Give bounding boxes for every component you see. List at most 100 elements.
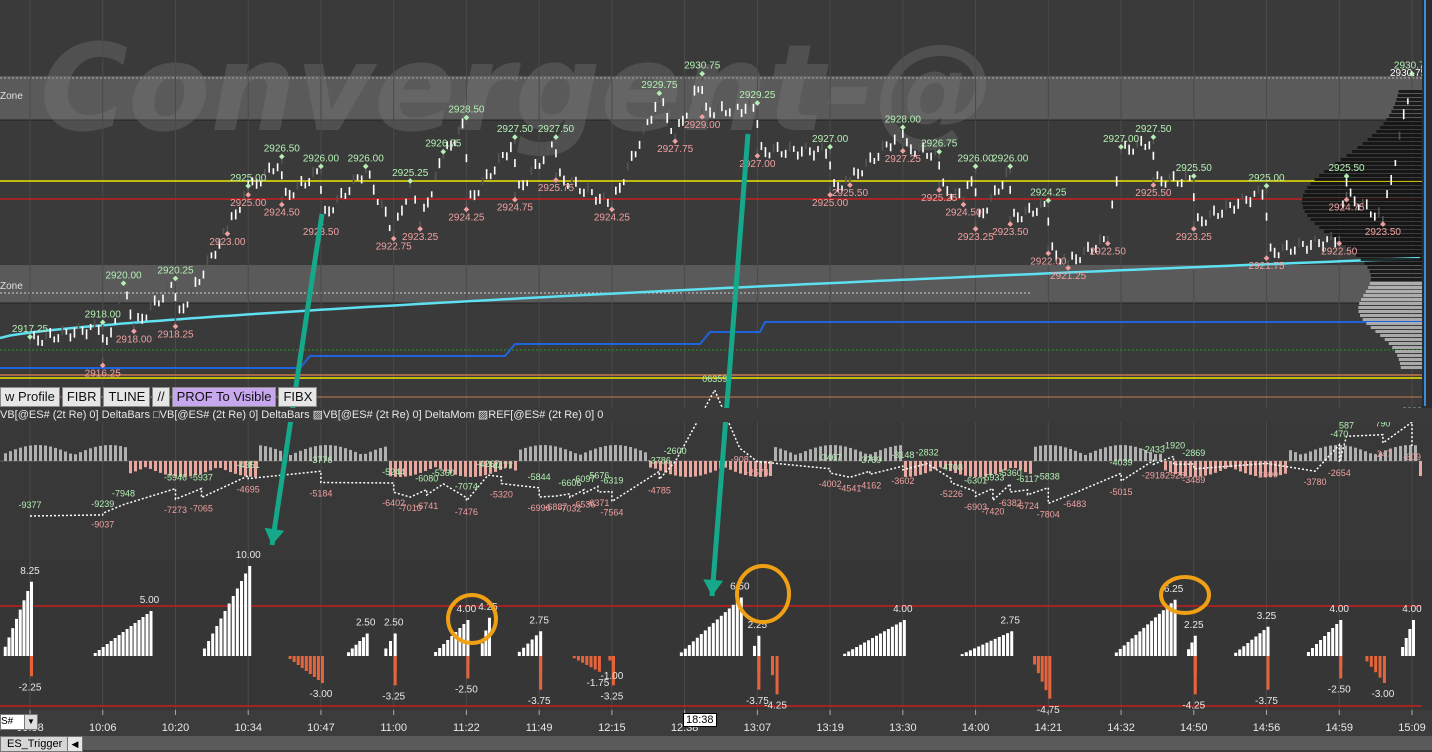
price-pivot-label: 2926.75: [921, 139, 958, 150]
delta-bar: [11, 628, 15, 656]
delta-bar: [117, 635, 121, 656]
delta-bar: [964, 652, 968, 656]
momentum-pivot-label: -4351: [237, 460, 260, 470]
delta-bar: [109, 641, 113, 656]
momentum-bar: [369, 451, 372, 461]
momentum-bar: [424, 461, 427, 472]
price-pivot-label: 2925.00: [230, 198, 267, 209]
delta-bar: [244, 573, 248, 656]
delta-bar: [1315, 644, 1319, 656]
volume-profile-bar: [1360, 298, 1422, 301]
delta-bar: [466, 620, 470, 656]
delta-bar: [597, 656, 601, 672]
fibx-button[interactable]: FIBX: [278, 387, 318, 407]
momentum-bar: [694, 461, 697, 477]
delta-bar: [1412, 620, 1415, 656]
study-legend: VB[@ES# (2t Re) 0] DeltaBars □VB[@ES# (2…: [0, 408, 1432, 422]
delta-bar: [219, 618, 223, 656]
momentum-pivot-label: -3769: [858, 455, 881, 465]
fibr-button[interactable]: FIBR: [61, 387, 102, 407]
momentum-bar: [1224, 461, 1227, 469]
delta-bar: [691, 641, 695, 656]
price-pivot-label: 2928.00: [885, 114, 922, 125]
delta-bar: [719, 615, 723, 656]
momentum-bar: [99, 445, 102, 461]
volume-profile-bar: [1307, 214, 1422, 217]
delta-bar: [26, 591, 30, 656]
time-tick-label: 14:32: [1107, 722, 1135, 734]
price-pivot-label: 2924.25: [1030, 187, 1067, 198]
momentum-pivot-label: -9239: [91, 499, 114, 509]
delta-bar: [1335, 624, 1339, 656]
momentum-bar: [799, 453, 802, 461]
delta-pivot-label: -4.25: [764, 700, 787, 711]
momentum-pivot-label: -2654: [1328, 468, 1351, 478]
price-pivot-label: 2921.25: [1050, 271, 1087, 282]
momentum-pivot-label: -5320: [490, 490, 513, 500]
momentum-bar: [159, 461, 162, 473]
parallel-lines-icon: //: [157, 389, 165, 404]
delta-bar: [384, 648, 388, 656]
delta-bar: [757, 635, 761, 656]
delta-bar: [93, 653, 97, 656]
delta-bar: [202, 648, 206, 656]
momentum-bar: [699, 461, 702, 476]
volume-profile-bar: [1370, 274, 1422, 277]
momentum-pivot-label: -5838: [1037, 472, 1060, 482]
profile-button[interactable]: w Profile: [0, 387, 60, 407]
price-pivot-label: 2929.75: [641, 80, 678, 91]
price-pivot-label: 2927.50: [538, 124, 575, 135]
momentum-bar: [1039, 445, 1042, 461]
momentum-bar: [1159, 453, 1162, 461]
time-tick-label: 13:07: [744, 722, 772, 734]
delta-bar: [1262, 630, 1266, 656]
momentum-bar: [409, 461, 412, 476]
delta-bar: [1319, 640, 1323, 656]
momentum-bar: [609, 445, 612, 461]
delta-bar: [707, 626, 711, 656]
price-pivot-label: 2929.25: [739, 90, 776, 101]
momentum-bar: [529, 446, 532, 461]
price-pivot-label: 2923.25: [958, 232, 995, 243]
volume-profile-bar: [1380, 126, 1422, 129]
momentum-pivot-label: -3602: [891, 476, 914, 486]
momentum-bar: [779, 448, 782, 461]
delta-bar: [1118, 648, 1122, 656]
delta-bar: [1365, 656, 1369, 662]
volume-profile-bar: [1369, 270, 1422, 273]
volume-profile-bar: [1340, 242, 1422, 245]
chart-stage[interactable]: Convergent-@ 2917.25 2918.00 2916.25 2920.0…: [0, 0, 1432, 750]
momentum-bar: [709, 461, 712, 473]
tline-button[interactable]: TLINE: [103, 387, 151, 407]
price-pivot-label: 2925.50: [832, 188, 869, 199]
price-pivot-label: 2926.00: [348, 153, 385, 164]
prof-to-visible-button[interactable]: PROF To Visible: [171, 387, 277, 407]
delta-bar: [97, 650, 101, 656]
momentum-bar: [679, 461, 682, 477]
delta-pivot-label: -3.75: [528, 696, 551, 707]
momentum-bar: [539, 445, 542, 461]
delta-bar: [1006, 633, 1010, 656]
momentum-bar: [919, 461, 922, 475]
parallel-lines-button[interactable]: //: [152, 387, 170, 407]
momentum-bar: [534, 445, 537, 461]
volume-profile-bar: [1319, 174, 1422, 177]
delta-bar: [113, 638, 117, 656]
momentum-bar: [84, 450, 87, 461]
delta-bar: [711, 623, 715, 656]
price-pivot-label: 2925.50: [1328, 163, 1365, 174]
chevron-down-icon[interactable]: ▼: [24, 715, 37, 729]
delta-bar: [105, 644, 109, 656]
chart-canvas[interactable]: Convergent-@ 2917.25 2918.00 2916.25 2920.0…: [0, 0, 1432, 750]
delta-bar: [1033, 656, 1037, 665]
symbol-selector[interactable]: S# ▼: [0, 714, 38, 730]
price-pivot-label: 2924.25: [594, 212, 631, 223]
delta-bar: [1327, 632, 1331, 656]
momentum-pivot-label: -3467: [819, 453, 842, 463]
momentum-bar: [814, 447, 817, 461]
delta-bar: [973, 648, 977, 656]
volume-profile-bar: [1372, 134, 1422, 137]
momentum-pivot-label: -6319: [600, 476, 623, 486]
momentum-bar: [269, 447, 272, 461]
momentum-bar: [44, 445, 47, 461]
